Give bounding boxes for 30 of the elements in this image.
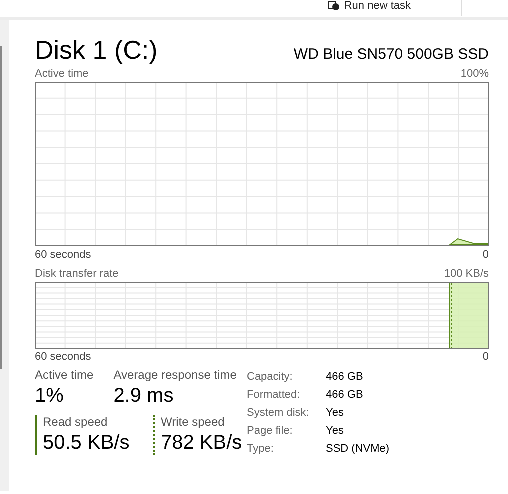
- graph-min-label: 0: [482, 351, 489, 364]
- property-label: Formatted:: [247, 388, 302, 403]
- graph-label: Active time: [35, 68, 89, 81]
- speed-value: 50.5 KB/s: [43, 431, 131, 455]
- stat-label: Active time: [35, 368, 94, 382]
- graph-time-span: 60 seconds: [35, 249, 92, 262]
- property-label: Capacity:: [247, 370, 294, 385]
- disk-model: WD Blue SN570 500GB SSD: [294, 46, 489, 64]
- stat-value: 1%: [35, 384, 65, 408]
- speed-label: Write speed: [161, 415, 226, 429]
- stat-value: 2.9 ms: [114, 384, 175, 408]
- property-label: Type:: [247, 442, 275, 457]
- graph-max-label: 100%: [460, 68, 489, 81]
- graph-label: Disk transfer rate: [35, 268, 119, 281]
- property-value: Yes: [326, 406, 345, 421]
- speed-label: Read speed: [43, 415, 109, 429]
- graph-min-label: 0: [482, 249, 489, 262]
- run-task-icon: [328, 1, 340, 11]
- speed-value: 782 KB/s: [161, 431, 242, 455]
- property-label: System disk:: [247, 406, 310, 421]
- graph-time-span: 60 seconds: [35, 351, 92, 364]
- property-label: Page file:: [247, 424, 294, 439]
- run-new-task-button[interactable]: Run new task: [328, 0, 411, 12]
- disk-title: Disk 1 (C:): [35, 34, 158, 66]
- stat-label: Average response time: [114, 368, 237, 382]
- property-value: SSD (NVMe): [326, 442, 390, 457]
- property-value: 466 GB: [326, 388, 364, 403]
- property-value: 466 GB: [326, 370, 364, 385]
- graph-max-label: 100 KB/s: [444, 268, 489, 281]
- property-value: Yes: [326, 424, 345, 439]
